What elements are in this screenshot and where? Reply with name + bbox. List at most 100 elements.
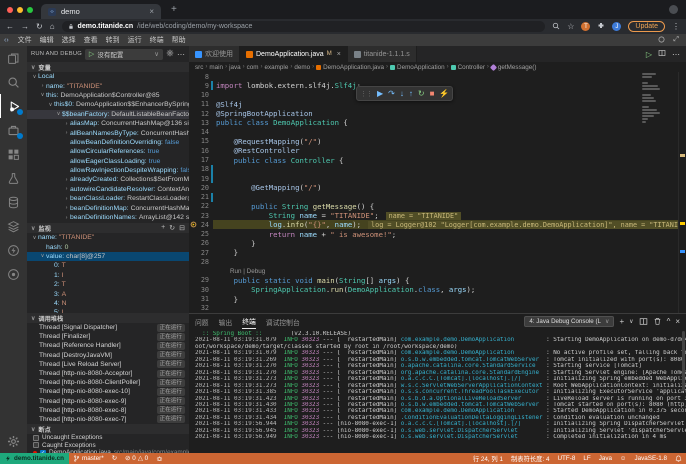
split-editor-icon[interactable]: [658, 49, 666, 59]
search-icon[interactable]: [0, 70, 27, 94]
status-item[interactable]: 行 24, 列 1: [469, 454, 507, 463]
gutter[interactable]: [189, 221, 197, 228]
code-line[interactable]: 20 @GetMapping("/"): [189, 183, 686, 192]
thread-row[interactable]: Thread [Finalizer]正在运行: [27, 332, 189, 341]
menu-item-转到[interactable]: 转到: [102, 37, 124, 44]
twisty-icon[interactable]: ∨: [47, 102, 54, 108]
breakpoint-row[interactable]: ✓DemoApplication.javasrc/main/java/com/e…: [27, 449, 189, 453]
problems-item[interactable]: ⊘0 △0: [121, 455, 152, 462]
watch-row[interactable]: hash:0: [27, 242, 189, 251]
add-watch-icon[interactable]: +: [161, 224, 165, 232]
watch-row[interactable]: 3:A: [27, 289, 189, 298]
gear-icon[interactable]: [0, 429, 27, 453]
browser-avatar[interactable]: J: [612, 22, 621, 31]
variable-row[interactable]: ›autowireCandidateResolver:ContextAnnota…: [27, 185, 189, 194]
twisty-icon[interactable]: ›: [63, 177, 70, 183]
extensions-puzzle-icon[interactable]: [597, 22, 605, 32]
vscode-logo-icon[interactable]: ‹›: [4, 37, 9, 44]
java-project-icon[interactable]: [0, 118, 27, 142]
new-tab-button[interactable]: +: [171, 4, 177, 15]
twisty-icon[interactable]: ∨: [31, 74, 38, 80]
twisty-icon[interactable]: ›: [63, 130, 70, 136]
breadcrumb-item[interactable]: DemoApplication: [390, 64, 445, 71]
callstack-section-header[interactable]: ∨ 调用堆栈: [27, 313, 189, 323]
panel-tab-问题[interactable]: 问题: [195, 314, 209, 329]
maximize-panel-icon[interactable]: ^: [667, 317, 671, 326]
variable-row[interactable]: allowCircularReferences:true: [27, 147, 189, 156]
breadcrumb-item[interactable]: getMessage(): [491, 64, 537, 71]
update-button[interactable]: Update: [628, 21, 665, 32]
twisty-icon[interactable]: ∨: [31, 235, 38, 241]
twisty-icon[interactable]: ∨: [55, 111, 62, 117]
variable-row[interactable]: ∨Local: [27, 72, 189, 81]
breadcrumb-item[interactable]: demo: [294, 64, 310, 71]
panel-tab-输出[interactable]: 输出: [219, 314, 233, 329]
thread-row[interactable]: Thread [DestroyJavaVM]正在运行: [27, 351, 189, 360]
thread-row[interactable]: Thread [http-nio-8080-Acceptor]正在运行: [27, 369, 189, 378]
code-line[interactable]: 29 public static void main(String[] args…: [189, 276, 686, 285]
watch-row[interactable]: ∨name:"TITANIDE": [27, 233, 189, 242]
code-line[interactable]: 25 return name + " is awesome!";: [189, 230, 686, 239]
files-icon[interactable]: [0, 46, 27, 70]
step-out-icon[interactable]: ↑: [409, 90, 413, 98]
watch-row[interactable]: 0:T: [27, 261, 189, 270]
collapse-all-icon[interactable]: ⊟: [179, 224, 185, 232]
extensions-icon[interactable]: [0, 142, 27, 166]
breadcrumb-item[interactable]: com: [247, 64, 259, 71]
info-circle-icon[interactable]: [655, 36, 668, 45]
variable-row[interactable]: allowBeanDefinitionOverriding:false: [27, 138, 189, 147]
code-line[interactable]: 14: [189, 128, 686, 137]
breakpoints-section-header[interactable]: ∨ 断点: [27, 424, 189, 434]
code-line[interactable]: 24 log.info("{}", name);log = Logger@102…: [189, 220, 686, 229]
new-terminal-icon[interactable]: +: [619, 317, 624, 326]
notifications-bell-icon[interactable]: [671, 455, 686, 462]
remote-indicator[interactable]: demo.titanide.cn: [0, 453, 69, 464]
continue-icon[interactable]: ▶: [377, 90, 383, 98]
menu-item-编辑[interactable]: 编辑: [36, 37, 58, 44]
code-line[interactable]: 28: [189, 257, 686, 266]
code-line[interactable]: 17 public class Controller {: [189, 155, 686, 164]
close-tab-icon[interactable]: ×: [149, 7, 154, 16]
expand-icon[interactable]: ⤢: [670, 36, 682, 44]
browser-menu-icon[interactable]: ⋮: [672, 22, 680, 31]
twisty-icon[interactable]: ›: [63, 196, 70, 202]
twisty-icon[interactable]: ›: [63, 205, 70, 211]
breakpoint-row[interactable]: Uncaught Exceptions: [27, 434, 189, 442]
breadcrumb-item[interactable]: Controller: [451, 64, 485, 71]
more-actions-icon[interactable]: ⋯: [672, 50, 680, 59]
window-controls[interactable]: [7, 7, 33, 13]
step-into-icon[interactable]: ↓: [400, 90, 404, 98]
menu-item-终端[interactable]: 终端: [146, 37, 168, 44]
drag-handle-icon[interactable]: ⋮⋮: [360, 90, 372, 98]
menu-item-查看[interactable]: 查看: [80, 37, 102, 44]
bolt-circle-icon[interactable]: [0, 238, 27, 262]
code-line[interactable]: 16 @RestController: [189, 146, 686, 155]
more-actions-icon[interactable]: ⋯: [177, 50, 185, 59]
status-item[interactable]: UTF-8: [553, 455, 579, 462]
search-icon[interactable]: [552, 22, 560, 32]
breadcrumb[interactable]: src›main›java›com›example›demo›DemoAppli…: [189, 62, 686, 72]
stop-icon[interactable]: ■: [430, 90, 435, 98]
debug-settings-gear-icon[interactable]: [166, 49, 174, 59]
breakpoint-checkbox[interactable]: ✓: [40, 450, 46, 453]
hot-code-replace-icon[interactable]: ⚡: [439, 90, 449, 98]
maximize-window-button[interactable]: [27, 7, 33, 13]
step-over-icon[interactable]: ↷: [388, 90, 395, 98]
variable-row[interactable]: ›allBeanNamesByType:ConcurrentHashMap@13…: [27, 128, 189, 137]
status-item[interactable]: JavaSE-1.8: [630, 455, 671, 462]
split-terminal-icon[interactable]: [639, 317, 648, 326]
code-line[interactable]: 23 String name = "TITANIDE";name = "TITA…: [189, 211, 686, 220]
code-line[interactable]: 19: [189, 174, 686, 183]
bookmark-star-icon[interactable]: ☆: [567, 22, 574, 31]
menu-item-运行[interactable]: 运行: [124, 37, 146, 44]
code-line[interactable]: 30 SpringApplication.run(DemoApplication…: [189, 285, 686, 294]
code-line[interactable]: 12@SpringBootApplication: [189, 109, 686, 118]
breakpoint-row[interactable]: Caught Exceptions: [27, 442, 189, 450]
variable-row[interactable]: ∨this:DemoApplication$Controller@85: [27, 91, 189, 100]
thread-row[interactable]: Thread [http-nio-8080-exec-10]正在运行: [27, 387, 189, 396]
breakpoint-checkbox[interactable]: [33, 442, 39, 448]
code-line[interactable]: 13public class DemoApplication {: [189, 118, 686, 127]
watch-section-header[interactable]: ∨ 监视 + ↻ ⊟: [27, 223, 189, 233]
status-item[interactable]: 制表符长度: 4: [507, 454, 554, 463]
twisty-icon[interactable]: ›: [63, 121, 70, 127]
